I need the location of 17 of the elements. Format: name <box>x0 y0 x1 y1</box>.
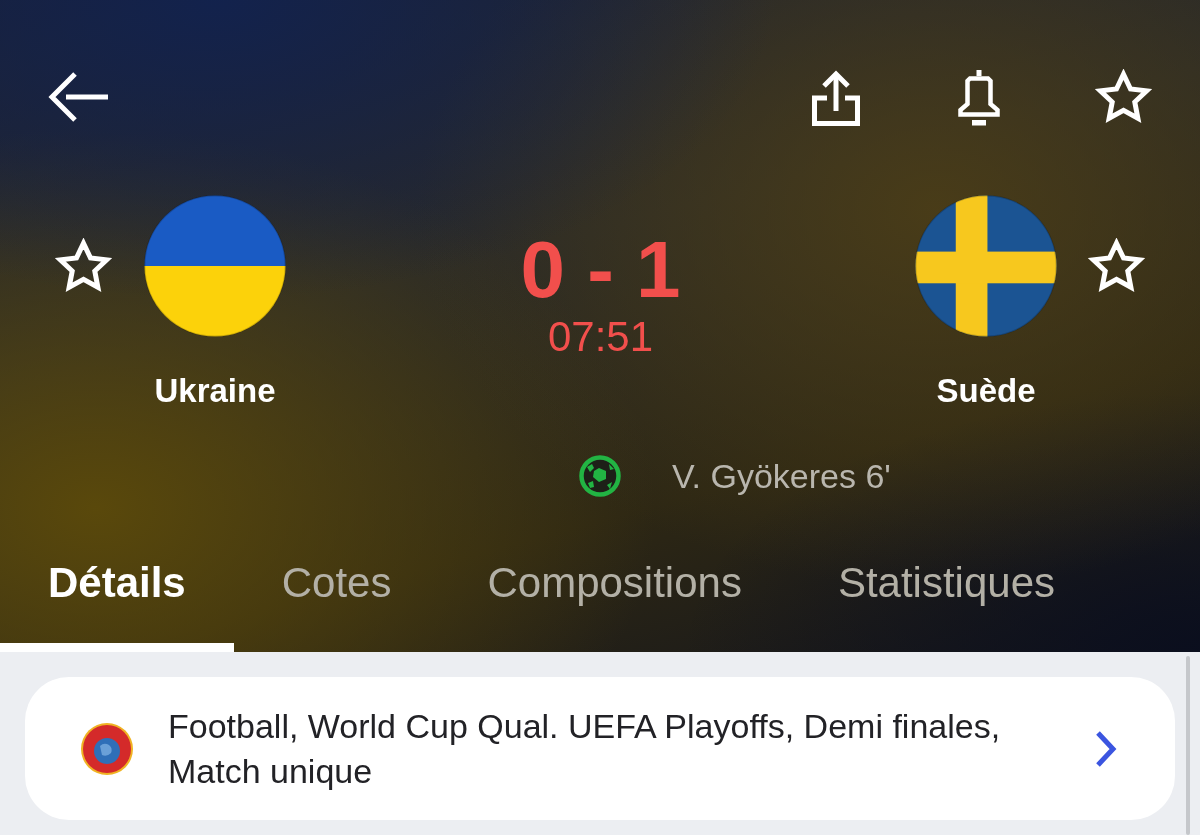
bell-icon[interactable] <box>958 68 1000 126</box>
team-name: Suède <box>936 371 1036 411</box>
team-name: Ukraine <box>154 371 276 411</box>
tab[interactable]: Compositions <box>439 561 790 653</box>
back-icon[interactable] <box>48 71 108 123</box>
competition-text: Football, World Cup Qual. UEFA Playoffs, Demi finales, Match unique <box>168 705 1002 792</box>
flag-icon <box>143 194 287 338</box>
chevron-icon[interactable] <box>1095 729 1117 768</box>
goal-scorer: V. Gyökeres 6' <box>672 456 891 496</box>
share-icon[interactable] <box>812 68 860 126</box>
match-clock: 07:51 <box>547 316 654 358</box>
soccer-ball-icon <box>579 455 621 497</box>
emblem-icon <box>80 721 134 776</box>
tab[interactable]: Statistiques <box>789 561 1104 653</box>
tab[interactable]: Cotes <box>233 561 440 653</box>
scrollbar[interactable] <box>1186 656 1190 835</box>
score: 0 - 1 <box>520 230 681 310</box>
